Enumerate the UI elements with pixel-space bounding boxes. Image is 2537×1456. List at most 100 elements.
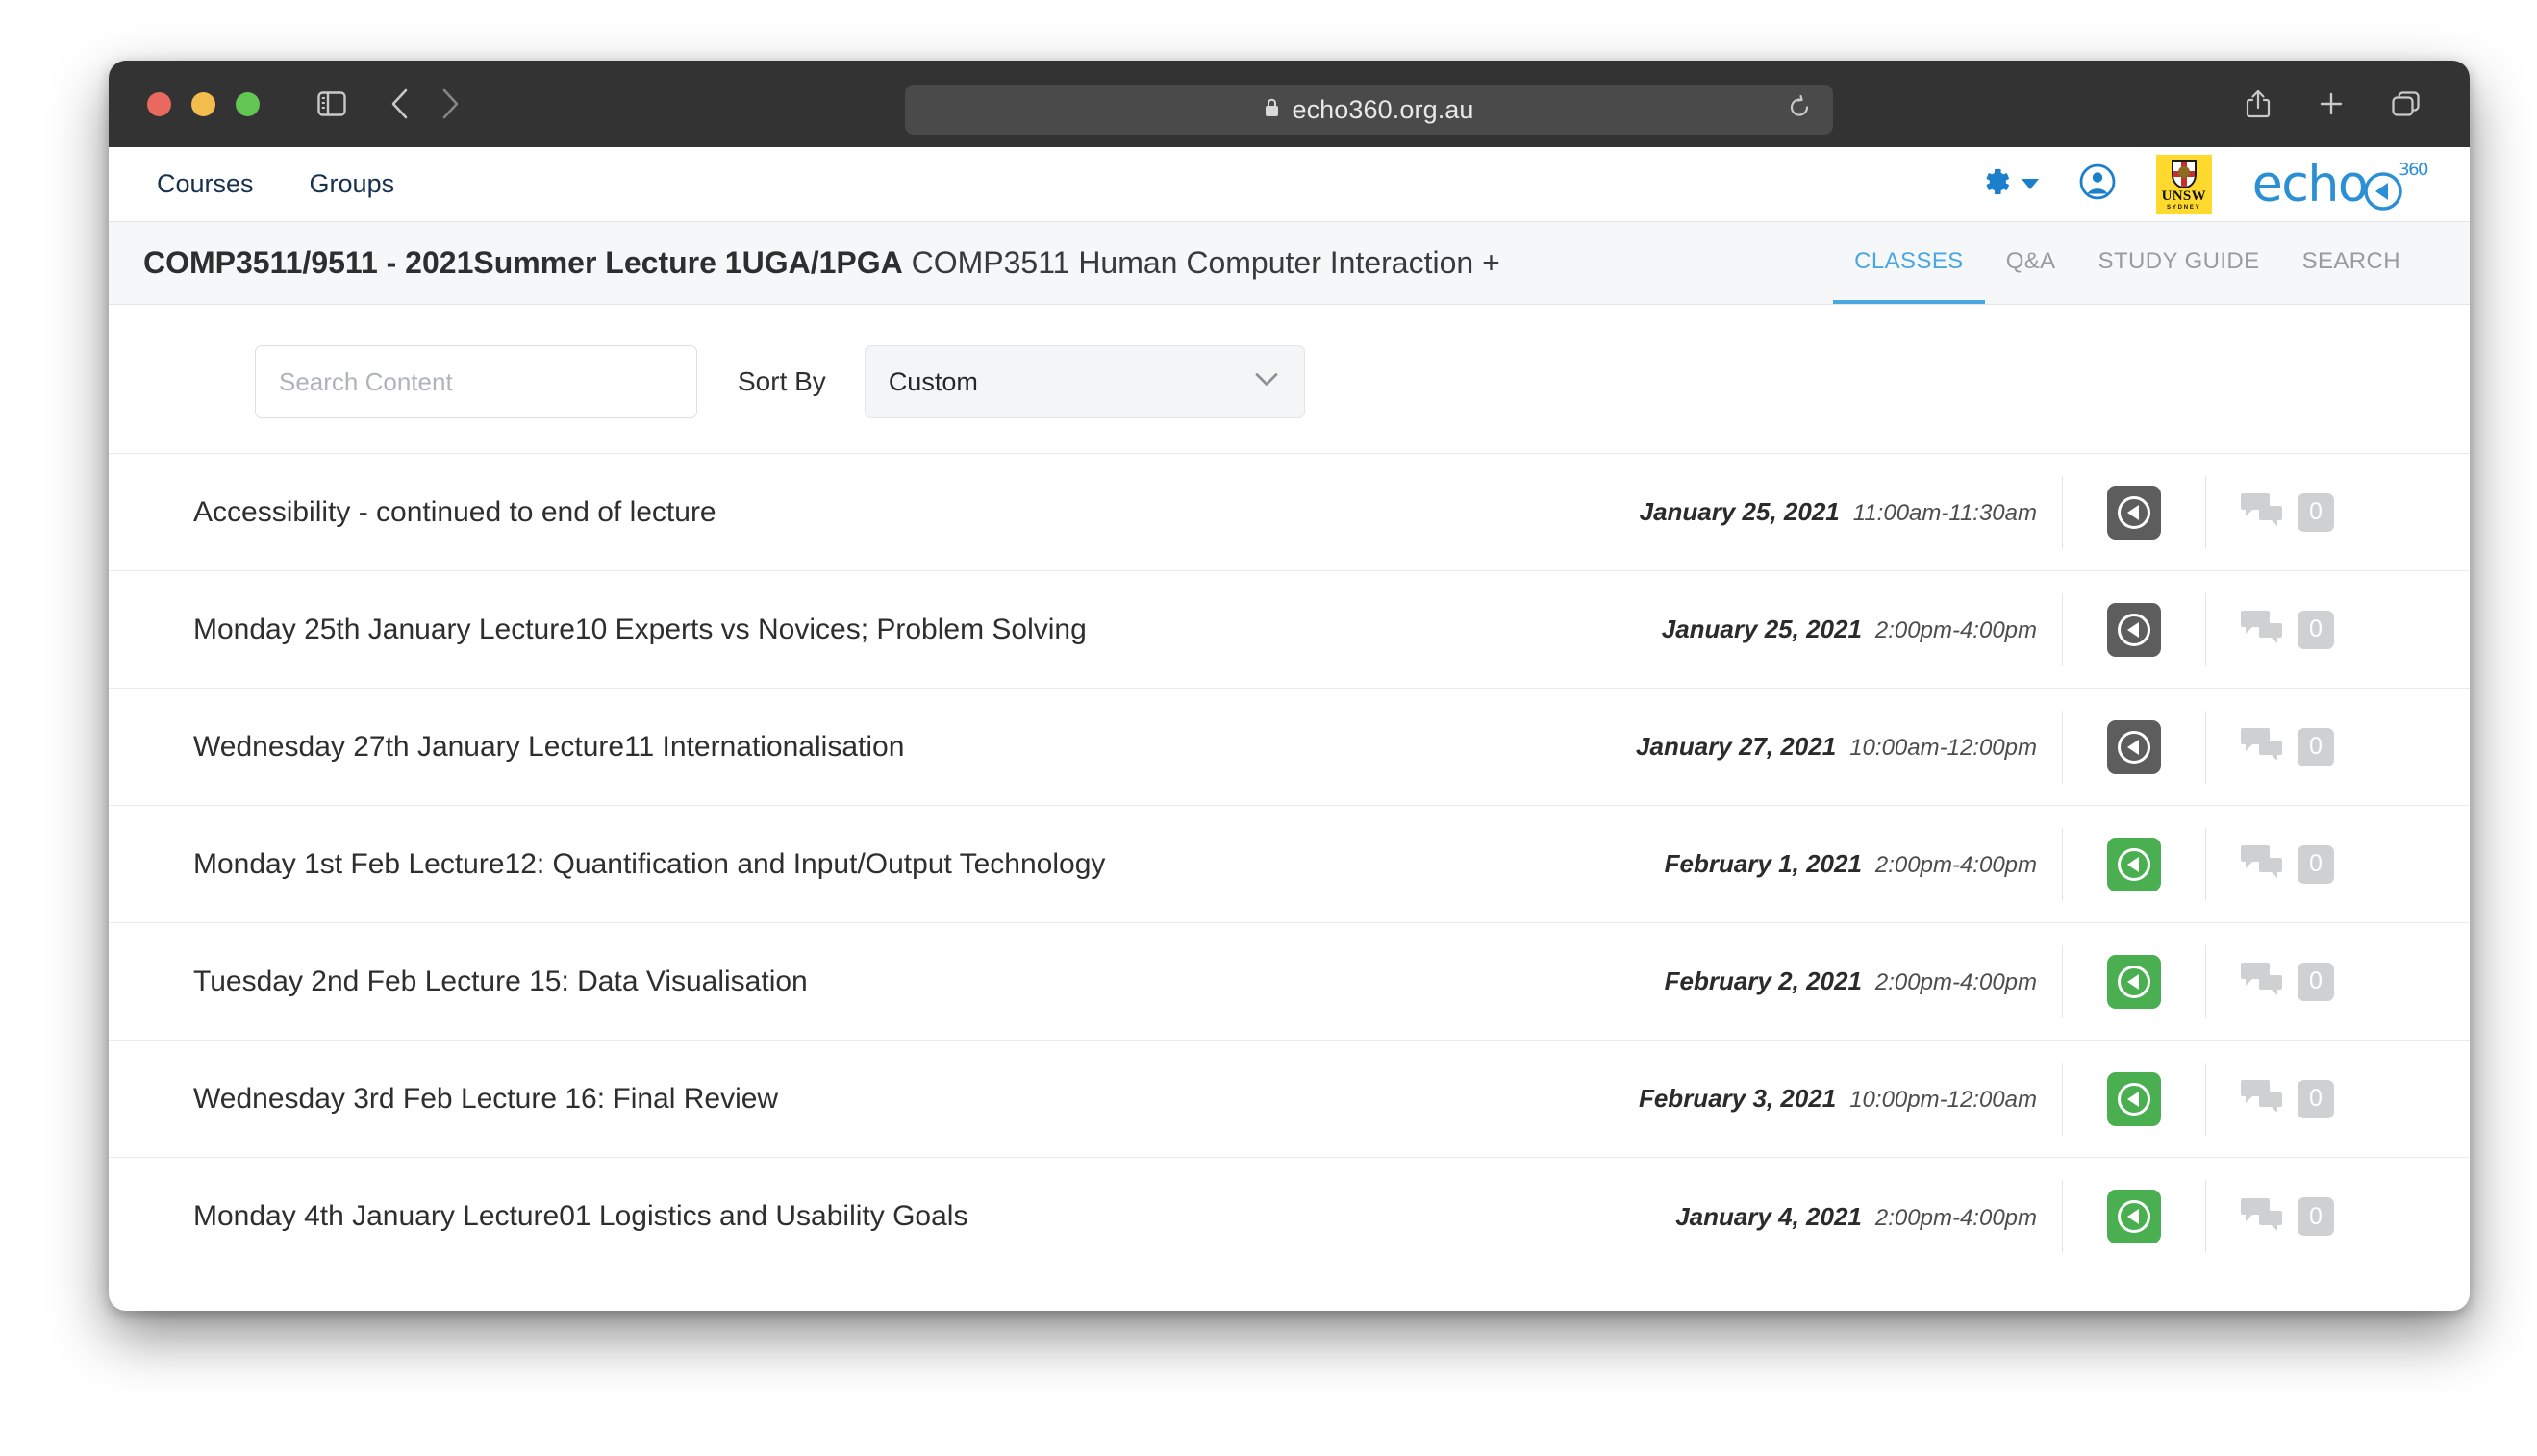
minimize-window-button[interactable] [191, 91, 215, 116]
chat-bubble-icon [2240, 960, 2286, 1003]
comments-cell[interactable]: 0 [2206, 490, 2368, 534]
tab-qa[interactable]: Q&A [1985, 222, 2077, 304]
share-icon[interactable] [2245, 88, 2272, 119]
play-media-button[interactable] [2107, 602, 2161, 657]
play-icon [2118, 1082, 2150, 1116]
comment-count-badge: 0 [2298, 844, 2334, 884]
row-meta: January 25, 2021 11:00am-11:30am 0 [1640, 454, 2368, 570]
class-time: 2:00pm-4:00pm [1874, 617, 2037, 643]
play-cell [2063, 719, 2205, 774]
echo-wordmark: echo [2251, 155, 2369, 213]
course-tabs: CLASSES Q&A STUDY GUIDE SEARCH [1833, 222, 2422, 304]
class-datetime: February 3, 2021 10:00pm-12:00am [1639, 1084, 2062, 1114]
class-datetime: January 27, 2021 10:00am-12:00pm [1636, 732, 2062, 762]
close-window-button[interactable] [147, 91, 171, 116]
unsw-crest-icon [2171, 160, 2197, 189]
table-row[interactable]: Monday 4th January Lecture01 Logistics a… [109, 1158, 2470, 1275]
browser-window: echo360.org.au Courses Groups UNSW SYDNE… [109, 61, 2470, 1311]
row-meta: January 25, 2021 2:00pm-4:00pm 0 [1648, 571, 2368, 688]
comment-count-badge: 0 [2298, 492, 2334, 532]
play-icon [2118, 847, 2150, 881]
play-cell [2063, 837, 2205, 891]
back-chevron-icon[interactable] [389, 88, 411, 120]
tab-overview-icon[interactable] [2391, 89, 2422, 118]
unsw-wordmark: UNSW [2161, 188, 2206, 205]
chat-bubble-icon [2240, 490, 2286, 534]
user-account-icon[interactable] [2079, 163, 2116, 205]
comments-cell[interactable]: 0 [2206, 725, 2368, 768]
chevron-down-icon [1254, 372, 1279, 392]
table-row[interactable]: Wednesday 27th January Lecture11 Interna… [109, 689, 2470, 806]
class-list: Accessibility - continued to end of lect… [109, 453, 2470, 1275]
comments-cell[interactable]: 0 [2206, 1195, 2368, 1239]
maximize-window-button[interactable] [236, 91, 260, 116]
plus-icon[interactable] [2318, 90, 2345, 117]
table-row[interactable]: Tuesday 2nd Feb Lecture 15: Data Visuali… [109, 923, 2470, 1041]
class-time: 10:00pm-12:00am [1849, 1087, 2037, 1113]
row-meta: January 27, 2021 10:00am-12:00pm 0 [1636, 689, 2368, 805]
forward-chevron-icon[interactable] [440, 88, 461, 120]
comments-cell[interactable]: 0 [2206, 842, 2368, 886]
class-time: 2:00pm-4:00pm [1874, 969, 2037, 995]
nav-link-groups[interactable]: Groups [310, 169, 395, 199]
row-meta: February 3, 2021 10:00pm-12:00am 0 [1639, 1041, 2368, 1157]
settings-menu-button[interactable] [1979, 165, 2039, 203]
nav-link-courses[interactable]: Courses [157, 169, 254, 199]
class-datetime: January 4, 2021 2:00pm-4:00pm [1648, 1202, 2062, 1232]
table-row[interactable]: Monday 25th January Lecture10 Experts vs… [109, 571, 2470, 689]
row-meta: February 1, 2021 2:00pm-4:00pm 0 [1648, 806, 2368, 922]
comments-cell[interactable]: 0 [2206, 960, 2368, 1003]
sort-by-select[interactable]: Custom [864, 345, 1305, 418]
comment-count-badge: 0 [2298, 1079, 2334, 1118]
row-meta: January 4, 2021 2:00pm-4:00pm 0 [1648, 1158, 2368, 1275]
table-row[interactable]: Wednesday 3rd Feb Lecture 16: Final Revi… [109, 1041, 2470, 1158]
table-row[interactable]: Monday 1st Feb Lecture12: Quantification… [109, 806, 2470, 923]
play-cell [2063, 1071, 2205, 1126]
course-name: COMP3511 Human Computer Interaction + [911, 245, 1500, 280]
class-date: January 4, 2021 [1675, 1201, 1862, 1231]
class-time: 10:00am-12:00pm [1849, 735, 2037, 761]
chat-bubble-icon [2240, 725, 2286, 768]
lock-icon [1264, 97, 1280, 123]
play-icon [2118, 730, 2150, 764]
class-datetime: February 1, 2021 2:00pm-4:00pm [1648, 849, 2062, 879]
comments-cell[interactable]: 0 [2206, 608, 2368, 651]
sidebar-toggle-icon[interactable] [317, 91, 346, 116]
app-nav-links: Courses Groups [157, 169, 394, 199]
url-text: echo360.org.au [1292, 94, 1474, 124]
play-media-button[interactable] [2107, 719, 2161, 774]
class-date: February 3, 2021 [1638, 1084, 1837, 1113]
echo360-logo[interactable]: echo 360 [2251, 155, 2428, 213]
tab-study-guide[interactable]: STUDY GUIDE [2077, 222, 2281, 304]
play-media-button[interactable] [2107, 1190, 2161, 1243]
play-media-button[interactable] [2107, 485, 2161, 540]
comments-cell[interactable]: 0 [2206, 1077, 2368, 1120]
class-time: 11:00am-11:30am [1852, 500, 2037, 526]
table-row[interactable]: Accessibility - continued to end of lect… [109, 454, 2470, 571]
comment-count-badge: 0 [2298, 1197, 2334, 1236]
class-time: 2:00pm-4:00pm [1874, 852, 2037, 878]
address-bar[interactable]: echo360.org.au [905, 85, 1833, 135]
play-cell [2063, 954, 2205, 1009]
class-date: January 25, 2021 [1661, 615, 1862, 643]
window-controls [147, 91, 260, 116]
tab-classes[interactable]: CLASSES [1833, 222, 1985, 304]
play-icon [2118, 495, 2150, 529]
tab-search[interactable]: SEARCH [2281, 222, 2422, 304]
class-date: January 25, 2021 [1639, 497, 1840, 526]
play-icon [2118, 965, 2150, 998]
comment-count-badge: 0 [2298, 962, 2334, 1001]
play-media-button[interactable] [2107, 837, 2161, 891]
chat-bubble-icon [2240, 1077, 2286, 1120]
play-cell [2063, 602, 2205, 657]
play-icon [2118, 1200, 2150, 1233]
class-datetime: January 25, 2021 11:00am-11:30am [1640, 497, 2062, 527]
play-icon [2118, 613, 2150, 646]
search-input[interactable] [255, 345, 697, 418]
sort-by-label: Sort By [738, 366, 826, 396]
chat-bubble-icon [2240, 842, 2286, 886]
row-meta: February 2, 2021 2:00pm-4:00pm 0 [1648, 923, 2368, 1040]
play-media-button[interactable] [2107, 1071, 2161, 1126]
play-media-button[interactable] [2107, 954, 2161, 1009]
reload-icon[interactable] [1789, 94, 1812, 125]
